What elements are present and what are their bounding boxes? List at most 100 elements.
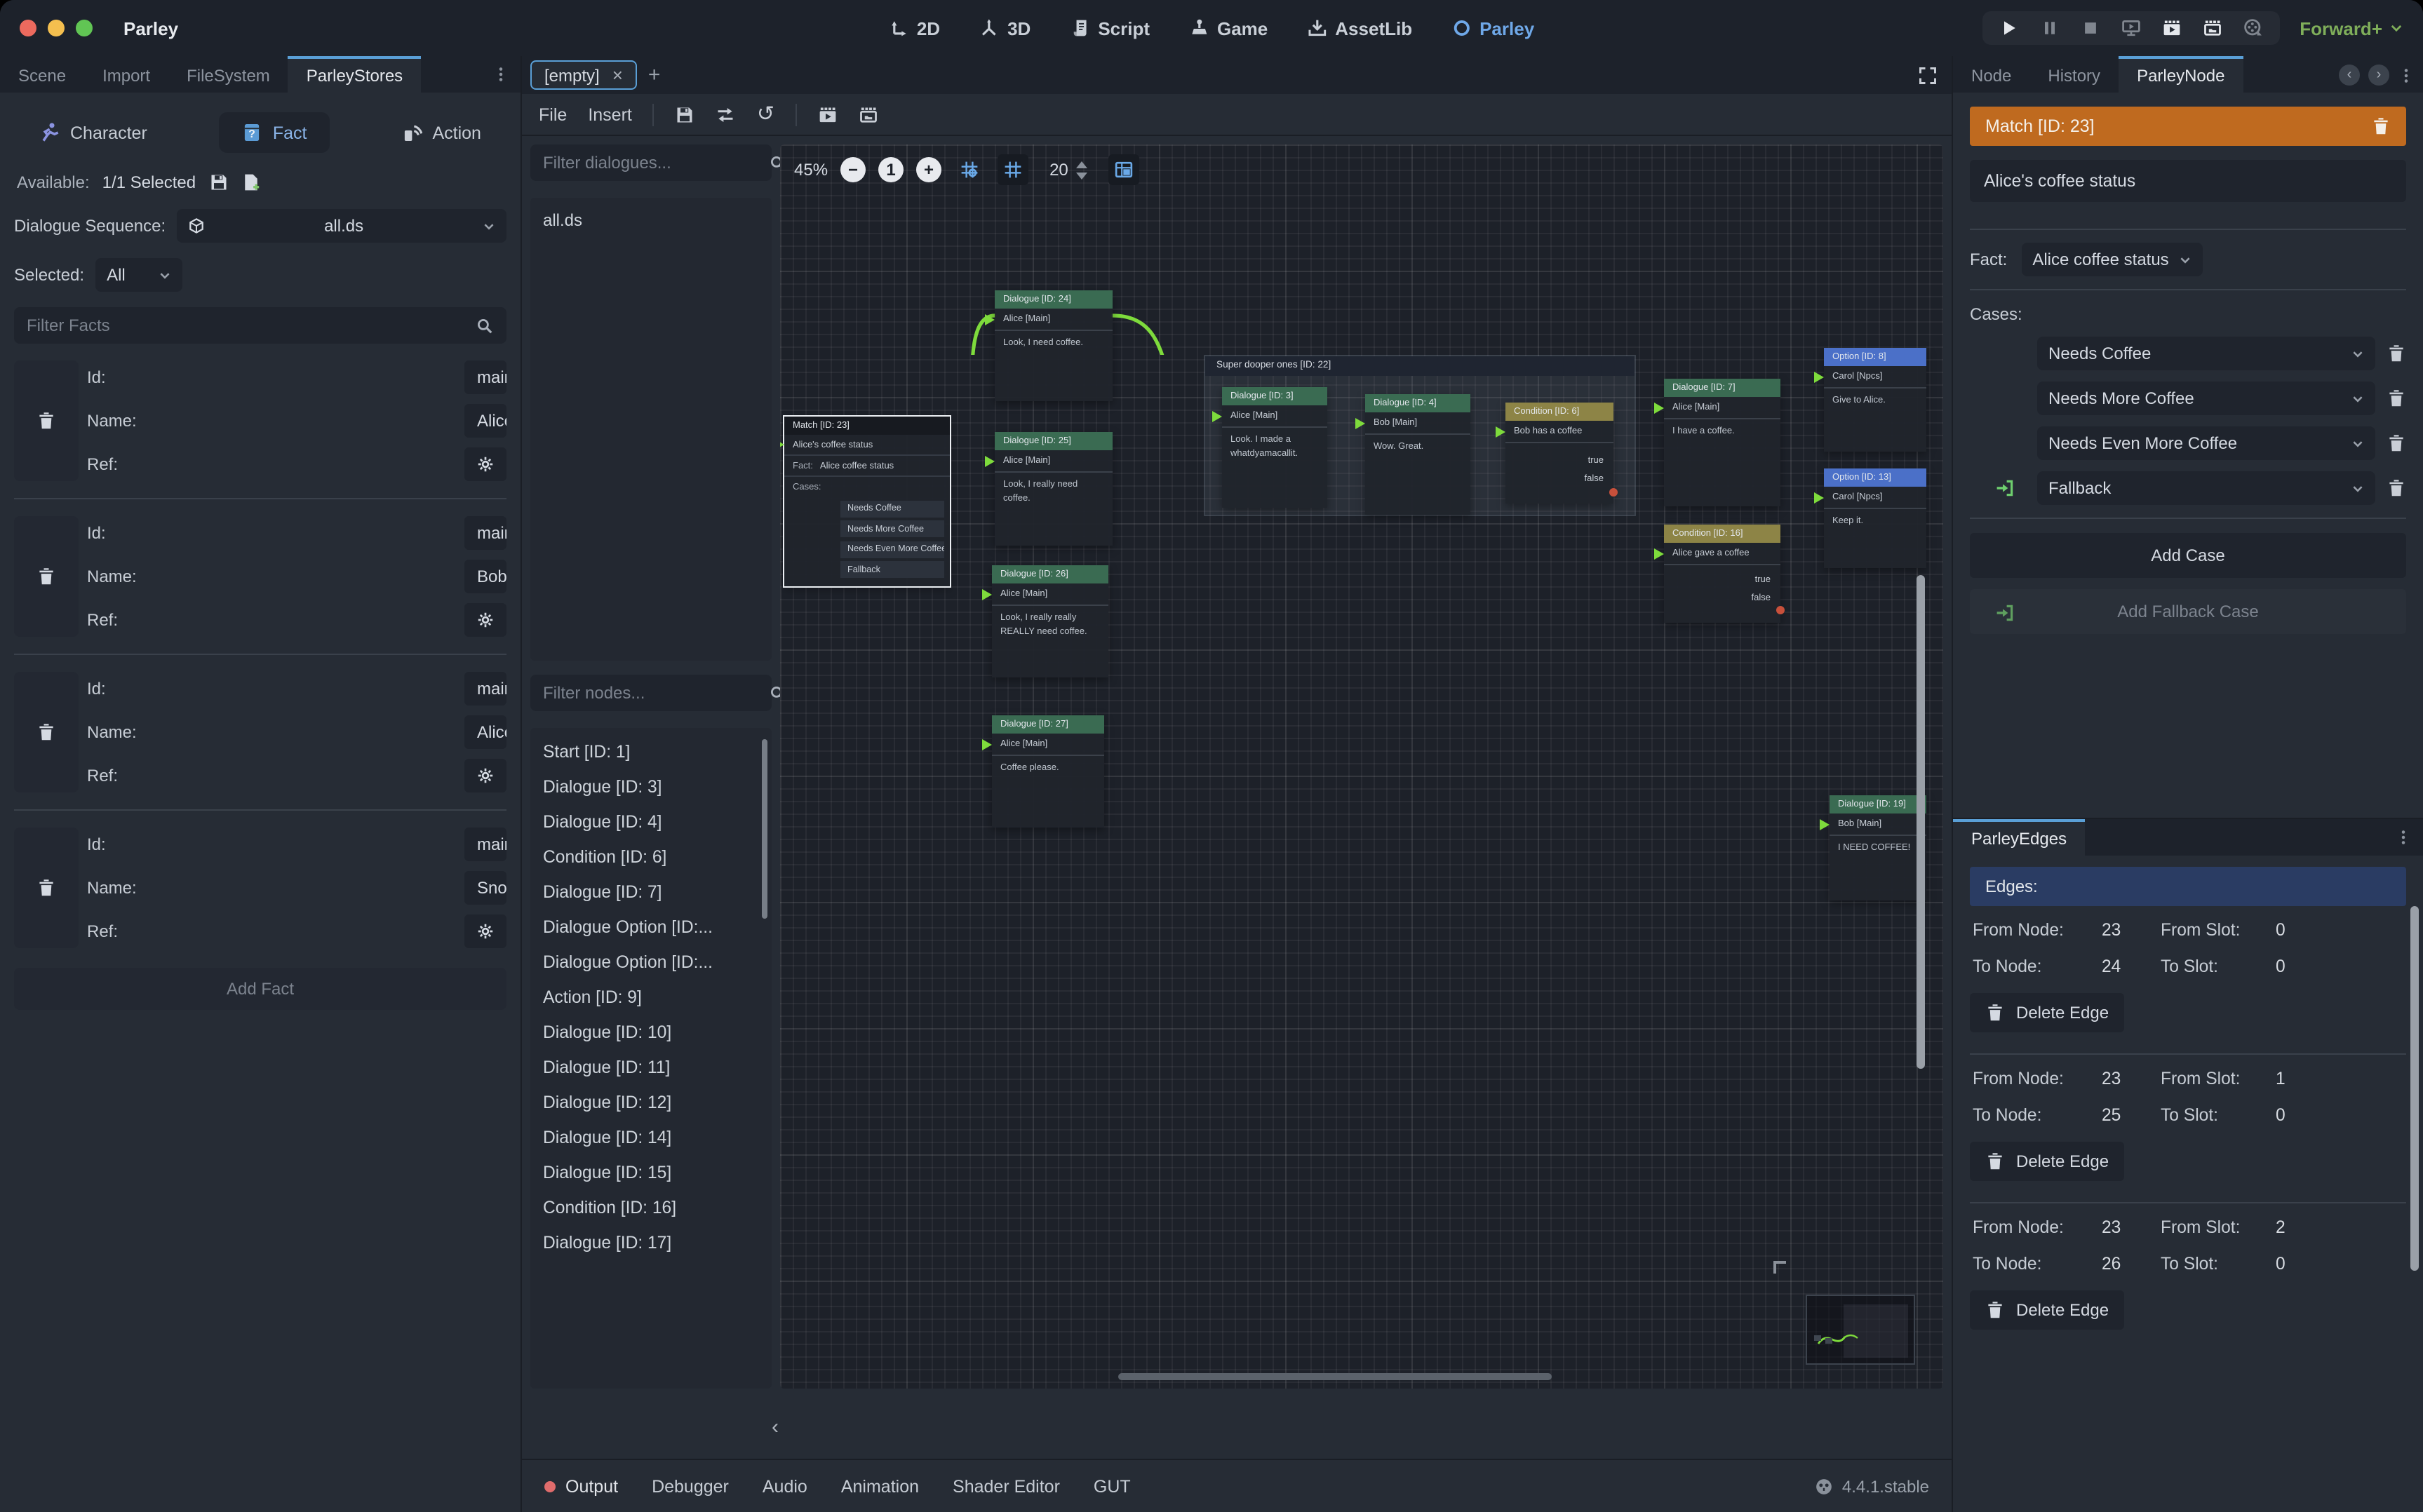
workspace-game[interactable]: Game	[1189, 18, 1268, 39]
workspace-3d[interactable]: 3D	[979, 18, 1031, 39]
node-list-item[interactable]: Dialogue [ID: 14]	[530, 1119, 772, 1154]
snap-distance-spinner[interactable]: 20	[1041, 157, 1096, 182]
case-select[interactable]: Needs Even More Coffee	[2037, 426, 2375, 460]
add-case-button[interactable]: Add Case	[1970, 533, 2406, 578]
edges-scrollbar[interactable]	[2410, 906, 2419, 1271]
node-list-item[interactable]: Dialogue [ID: 4]	[530, 804, 772, 839]
movie-maker-icon[interactable]	[2243, 18, 2263, 38]
fact-id-field[interactable]: main:snooker_balls	[464, 828, 506, 861]
add-fact-button[interactable]: Add Fact	[14, 968, 506, 1010]
true-output[interactable]: true	[1505, 452, 1613, 470]
false-output[interactable]: false	[1505, 470, 1613, 488]
import-export-icon[interactable]	[716, 104, 736, 124]
delete-edge-button[interactable]: Delete Edge	[1970, 1290, 2124, 1330]
input-port[interactable]	[982, 589, 992, 600]
node-list-item[interactable]: Dialogue [ID: 17]	[530, 1224, 772, 1260]
renderer-selector[interactable]: Forward+	[2300, 18, 2403, 39]
add-fallback-case-button[interactable]: Add Fallback Case	[1970, 589, 2406, 634]
close-window-button[interactable]	[20, 20, 36, 36]
fact-name-field[interactable]: Snooker balls	[464, 871, 506, 905]
tab-parleynode[interactable]: ParleyNode	[2119, 56, 2243, 93]
store-tab-fact[interactable]: Fact	[220, 112, 330, 153]
bottom-tab-audio[interactable]: Audio	[763, 1476, 807, 1496]
zoom-out-button[interactable]: −	[840, 157, 866, 182]
fact-id-field[interactable]: main:alice_coffee_status	[464, 672, 506, 706]
node-list-item[interactable]: Condition [ID: 16]	[530, 1189, 772, 1224]
fact-select[interactable]: Alice coffee status	[2021, 243, 2202, 276]
node-list-item[interactable]: Dialogue [ID: 15]	[530, 1154, 772, 1189]
fact-name-field[interactable]: Alice coffee status	[464, 715, 506, 749]
node-list-item[interactable]: Start [ID: 1]	[530, 734, 772, 769]
close-tab-icon[interactable]: ×	[612, 65, 623, 86]
graph-node-dialogue-7[interactable]: Dialogue [ID: 7] Alice [Main] I have a c…	[1664, 379, 1780, 506]
delete-case-icon[interactable]	[2387, 343, 2406, 364]
resize-handle-icon[interactable]	[1773, 1261, 1786, 1274]
menu-file[interactable]: File	[539, 104, 567, 124]
bottom-tab-debugger[interactable]: Debugger	[652, 1476, 729, 1496]
match-case-output[interactable]: Needs Coffee	[840, 500, 944, 517]
grid-toggle-icon[interactable]	[998, 154, 1028, 185]
input-port[interactable]	[1814, 492, 1824, 504]
save-store-button[interactable]	[208, 173, 228, 192]
delete-node-icon[interactable]	[2371, 116, 2391, 136]
fact-id-field[interactable]: main:bob_has_coffee	[464, 516, 506, 550]
zoom-window-button[interactable]	[76, 20, 93, 36]
dock-menu-icon[interactable]	[2398, 65, 2415, 84]
tab-filesystem[interactable]: FileSystem	[168, 56, 288, 93]
graph-node-dialogue-4[interactable]: Dialogue [ID: 4] Bob [Main] Wow. Great.	[1365, 394, 1470, 515]
node-list-item[interactable]: Dialogue [ID: 11]	[530, 1049, 772, 1084]
graph-node-option-13[interactable]: Option [ID: 13] Carol [Npcs] Keep it.	[1824, 468, 1926, 568]
new-store-button[interactable]	[241, 173, 260, 192]
input-port[interactable]	[1820, 819, 1830, 830]
bottom-tab-gut[interactable]: GUT	[1094, 1476, 1131, 1496]
fact-name-field[interactable]: Alice gave coffee	[464, 404, 506, 438]
delete-fact-button[interactable]	[14, 828, 79, 948]
match-case-output[interactable]: Needs More Coffee	[840, 520, 944, 537]
delete-case-icon[interactable]	[2387, 388, 2406, 409]
false-output[interactable]: false	[1664, 589, 1780, 607]
match-case-output[interactable]: Fallback	[840, 561, 944, 578]
filter-nodes-input[interactable]	[543, 683, 760, 703]
input-port[interactable]	[1496, 426, 1505, 438]
graph-node-dialogue-25[interactable]: Dialogue [ID: 25] Alice [Main] Look, I r…	[995, 432, 1113, 546]
graph-node-condition-16[interactable]: Condition [ID: 16] Alice gave a coffee t…	[1664, 525, 1780, 623]
node-list-item[interactable]: Dialogue [ID: 12]	[530, 1084, 772, 1119]
delete-case-icon[interactable]	[2387, 478, 2406, 499]
node-list-scrollbar[interactable]	[762, 739, 767, 919]
selected-filter-select[interactable]: All	[95, 258, 182, 292]
delete-edge-button[interactable]: Delete Edge	[1970, 993, 2124, 1032]
graph-node-condition-6[interactable]: Condition [ID: 6] Bob has a coffee true …	[1505, 403, 1613, 504]
graph-node-dialogue-24[interactable]: Dialogue [ID: 24] Alice [Main] Look, I n…	[995, 290, 1113, 401]
remote-debug-icon[interactable]	[2121, 18, 2141, 38]
node-list-item[interactable]: Dialogue [ID: 10]	[530, 1014, 772, 1049]
pause-button[interactable]	[2040, 18, 2060, 38]
workspace-parley[interactable]: Parley	[1451, 18, 1534, 39]
play-button[interactable]	[1999, 18, 2019, 38]
save-sequence-icon[interactable]	[676, 104, 695, 124]
input-port[interactable]	[780, 439, 784, 450]
node-list-item[interactable]: Condition [ID: 6]	[530, 839, 772, 874]
dialogue-sequence-select[interactable]: all.ds	[177, 209, 506, 243]
delete-case-icon[interactable]	[2387, 433, 2406, 454]
node-list-item[interactable]: Dialogue Option [ID:...	[530, 909, 772, 944]
prev-node-icon[interactable]: ‹	[2339, 64, 2360, 85]
tab-node[interactable]: Node	[1953, 56, 2029, 93]
fullscreen-icon[interactable]	[1918, 65, 1938, 86]
workspace-2d[interactable]: 2D	[889, 18, 940, 39]
minimap-toggle-icon[interactable]	[1109, 154, 1140, 185]
input-port[interactable]	[1654, 548, 1664, 560]
input-port[interactable]	[985, 456, 995, 467]
window-controls[interactable]	[20, 20, 93, 36]
node-list-item[interactable]: Dialogue [ID: 3]	[530, 769, 772, 804]
canvas-vscrollbar[interactable]	[1917, 575, 1925, 1069]
dock-menu-icon[interactable]	[2384, 819, 2423, 856]
tab-parleyedges[interactable]: ParleyEdges	[1953, 819, 2085, 856]
zoom-reset-button[interactable]: 1	[878, 157, 904, 182]
fact-ref-select[interactable]: bob_has_coffee_fact.gd	[464, 603, 506, 637]
fact-ref-select[interactable]: alice_gave_coffee_fact.gd	[464, 447, 506, 481]
fact-id-field[interactable]: main:alice_gave_coffee	[464, 360, 506, 394]
false-port[interactable]	[1776, 606, 1785, 614]
fact-name-field[interactable]: Bob has coffee	[464, 560, 506, 593]
new-tab-button[interactable]: +	[648, 63, 661, 87]
undo-icon[interactable]: ↺	[757, 104, 774, 124]
